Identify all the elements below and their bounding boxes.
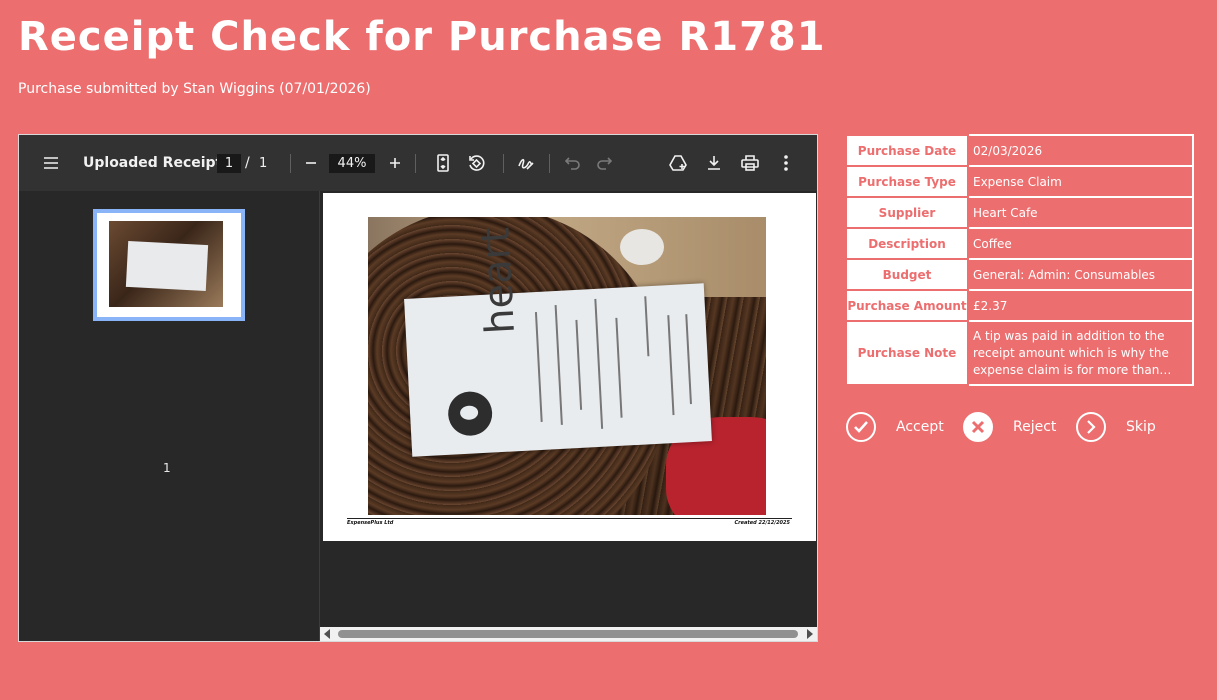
- detail-label: Description: [845, 227, 969, 260]
- rotate-icon[interactable]: [465, 135, 487, 191]
- receipt-text-line: [594, 298, 604, 429]
- page-footer-right: Created 22/12/2025: [734, 520, 791, 526]
- detail-value: 02/03/2026: [967, 134, 1194, 167]
- accept-label: Accept: [896, 419, 944, 435]
- document-title: Uploaded Receipt: [83, 155, 223, 171]
- detail-label: Purchase Note: [845, 320, 969, 386]
- purchase-note-text: A tip was paid in addition to the receip…: [973, 328, 1169, 377]
- chevron-right-icon: [1076, 412, 1106, 442]
- more-options-icon[interactable]: [776, 135, 796, 191]
- pdf-viewer: Uploaded Receipt / 1 44%: [18, 134, 818, 642]
- download-icon[interactable]: [703, 135, 725, 191]
- skip-button[interactable]: Skip: [1076, 410, 1156, 444]
- viewer-toolbar: Uploaded Receipt / 1 44%: [19, 135, 817, 191]
- pdf-page: heart ExpensePlus Ltd Created 22/12/2025: [323, 193, 816, 541]
- detail-label: Purchase Type: [845, 165, 969, 198]
- menu-icon[interactable]: [39, 135, 63, 191]
- thumbnail-sidebar: 1: [19, 191, 320, 641]
- fit-page-icon[interactable]: [433, 135, 453, 191]
- zoom-level[interactable]: 44%: [329, 154, 375, 173]
- detail-value: Heart Cafe: [967, 196, 1194, 229]
- detail-value: Expense Claim: [967, 165, 1194, 198]
- detail-row: Supplier Heart Cafe: [845, 196, 1194, 229]
- photo-cup: [620, 229, 664, 265]
- page-subtitle: Purchase submitted by Stan Wiggins (07/0…: [18, 81, 371, 97]
- accept-button[interactable]: Accept: [846, 410, 944, 444]
- receipt-text-line: [554, 304, 563, 425]
- detail-row: Purchase Type Expense Claim: [845, 165, 1194, 198]
- thumbnail-image: [109, 221, 223, 307]
- receipt-logo-icon: [447, 390, 494, 437]
- receipt-text-line: [615, 317, 623, 418]
- receipt-text-line: [667, 315, 675, 416]
- receipt-logo-text: heart: [472, 226, 525, 336]
- thumbnail-receipt: [125, 240, 209, 292]
- annotate-icon[interactable]: [515, 135, 537, 191]
- scroll-left-arrow-icon[interactable]: [324, 629, 330, 639]
- page-footer-rule: [347, 518, 792, 519]
- detail-row: Purchase Date 02/03/2026: [845, 134, 1194, 167]
- scrollbar-thumb[interactable]: [338, 630, 798, 638]
- detail-value: £2.37: [967, 289, 1194, 322]
- redo-icon[interactable]: [594, 135, 614, 191]
- purchase-details-table: Purchase Date 02/03/2026 Purchase Type E…: [845, 134, 1194, 386]
- check-icon: [846, 412, 876, 442]
- close-icon: [963, 412, 993, 442]
- reject-label: Reject: [1013, 419, 1057, 435]
- receipt-text-line: [534, 312, 543, 422]
- detail-label: Supplier: [845, 196, 969, 229]
- purchase-note-value: A tip was paid in addition to the receip…: [967, 320, 1194, 386]
- toolbar-divider: [415, 154, 416, 173]
- page-footer-left: ExpensePlus Ltd: [347, 520, 394, 526]
- page-number-input[interactable]: [217, 154, 241, 173]
- detail-label: Budget: [845, 258, 969, 291]
- detail-value: Coffee: [967, 227, 1194, 260]
- zoom-in-icon[interactable]: [385, 135, 405, 191]
- page-separator: /: [245, 155, 250, 171]
- page-total: 1: [259, 155, 268, 171]
- detail-row: Budget General: Admin: Consumables: [845, 258, 1194, 291]
- detail-label: Purchase Date: [845, 134, 969, 167]
- print-icon[interactable]: [739, 135, 761, 191]
- detail-row: Description Coffee: [845, 227, 1194, 260]
- reject-button[interactable]: Reject: [963, 410, 1056, 444]
- undo-icon[interactable]: [563, 135, 583, 191]
- page-title: Receipt Check for Purchase R1781: [18, 14, 826, 60]
- toolbar-divider: [290, 154, 291, 173]
- scroll-right-arrow-icon[interactable]: [807, 629, 813, 639]
- receipt-text-line: [575, 319, 583, 410]
- detail-value: General: Admin: Consumables: [967, 258, 1194, 291]
- zoom-out-icon[interactable]: [301, 135, 321, 191]
- receipt-paper: heart: [404, 226, 712, 457]
- skip-label: Skip: [1126, 419, 1156, 435]
- receipt-text-line: [685, 314, 692, 405]
- detail-row: Purchase Amount £2.37: [845, 289, 1194, 322]
- thumbnail-page-number: 1: [163, 461, 171, 475]
- toolbar-divider: [549, 154, 550, 173]
- page-thumbnail[interactable]: [93, 209, 245, 321]
- horizontal-scrollbar[interactable]: [320, 627, 817, 641]
- detail-label: Purchase Amount: [845, 289, 969, 322]
- receipt-photo: heart: [368, 217, 766, 515]
- receipt-text-line: [644, 296, 650, 357]
- toolbar-divider: [503, 154, 504, 173]
- detail-row: Purchase Note A tip was paid in addition…: [845, 320, 1194, 386]
- save-to-drive-icon[interactable]: [667, 135, 689, 191]
